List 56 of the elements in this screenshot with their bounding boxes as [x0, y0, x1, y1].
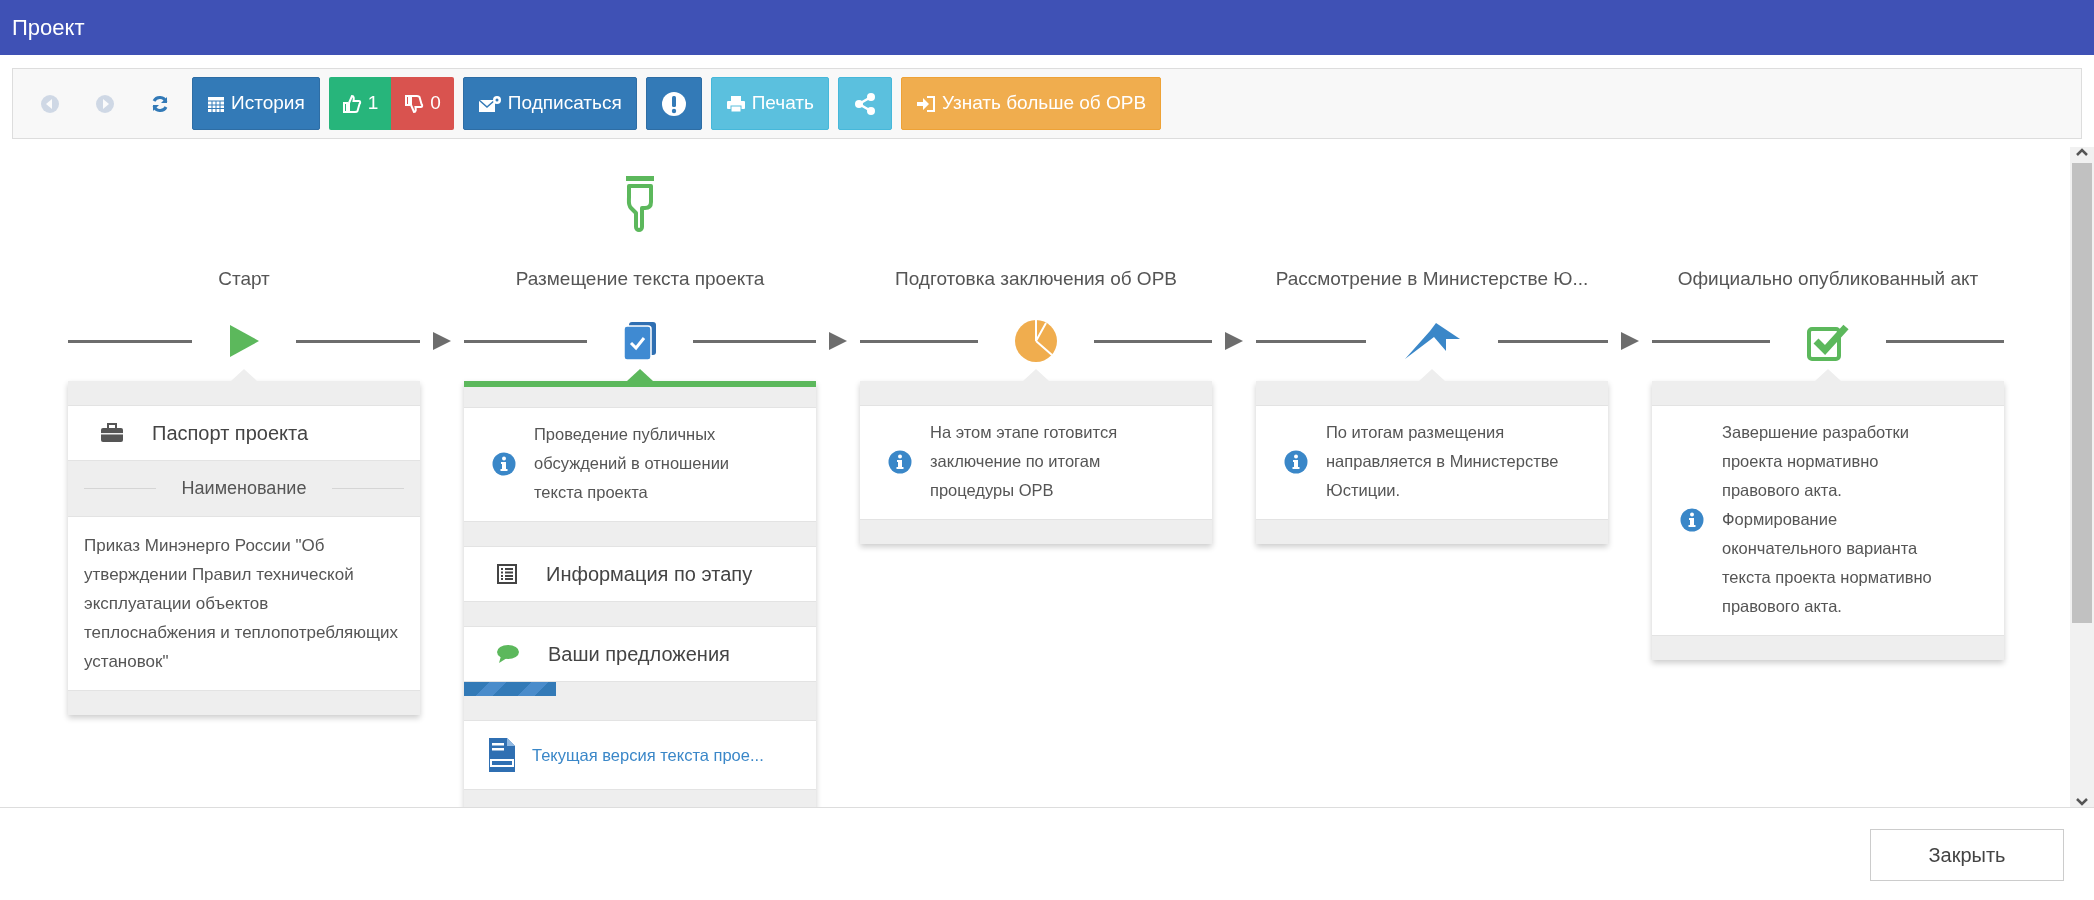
arrow-icon: [432, 331, 452, 351]
scrollbar[interactable]: [2070, 147, 2094, 807]
stage-description: Проведение публичных обсуждений в отношении текста проекта: [534, 424, 731, 503]
document-link[interactable]: Текущая версия текста прое...: [532, 742, 764, 768]
pennant-icon: [1402, 321, 1462, 361]
history-button[interactable]: История: [192, 77, 320, 130]
speech-bubble-icon: [496, 644, 520, 664]
stage-description: На этом этапе готовится заключение по итогам процедуры ОРВ: [930, 422, 1119, 501]
share-icon: [852, 91, 877, 116]
info-icon: [492, 451, 516, 476]
thumbs-up-icon: [341, 93, 362, 114]
thumbs-down-icon: [404, 93, 425, 114]
stage-title: Старт: [217, 267, 271, 291]
chevron-down-icon: [2075, 797, 2089, 807]
printer-icon: [725, 94, 746, 113]
exclamation-icon: [660, 90, 687, 117]
refresh-icon: [150, 93, 170, 114]
calendar-icon: [207, 94, 225, 113]
window-title: Проект: [12, 14, 85, 42]
stage-title: Размещение текста проекта: [514, 267, 766, 291]
chevron-up-icon: [2075, 147, 2089, 157]
arrow-left-icon: [40, 93, 60, 114]
briefcase-icon: [100, 423, 124, 443]
pie-chart-icon: [1014, 319, 1058, 363]
list-icon: [496, 563, 518, 585]
document-check-icon: [623, 321, 657, 361]
stage-description: По итогам размещения направляется в Министерстве Юстиции.: [1326, 422, 1560, 501]
stage-title: Рассмотрение в Министерстве Ю...: [1274, 267, 1590, 291]
menu-item[interactable]: Информация по этапу: [464, 546, 816, 602]
info-icon: [888, 449, 912, 474]
subscribe-button[interactable]: Подписаться: [462, 77, 637, 130]
arrow-icon: [1620, 331, 1640, 351]
info-icon: [1284, 449, 1308, 474]
arrow-right-icon: [95, 93, 115, 114]
menu-item[interactable]: Ваши предложения: [464, 626, 816, 682]
info-icon: [1680, 507, 1704, 532]
like-button[interactable]: 1: [328, 77, 392, 130]
envelope-icon: [477, 94, 502, 113]
dislike-button[interactable]: 0: [391, 77, 454, 130]
share-button[interactable]: [837, 77, 892, 130]
stage-title: Официально опубликованный акт: [1676, 267, 1980, 291]
sign-in-icon: [915, 94, 936, 113]
close-button[interactable]: Закрыть: [1870, 829, 2064, 881]
arrow-icon: [1224, 331, 1244, 351]
field-label: Наименование: [181, 477, 307, 500]
stage-description: Завершение разработки проекта нормативно правового акта. Формирование окончательного варианта текста проекта нормативно правового акта.: [1722, 422, 1933, 617]
menu-item-label: Ваши предложения: [548, 642, 730, 667]
project-name-text: Приказ Минэнерго России "Об утверждении Правил технической эксплуатации объектов теплоснабжения и теплопотребляющих установок": [68, 516, 420, 691]
alert-button[interactable]: [645, 77, 702, 130]
document-icon: [488, 737, 516, 773]
section-title: Паспорт проекта: [152, 421, 309, 446]
stage-title: Подготовка заключения об ОРВ: [894, 267, 1178, 291]
menu-item-label: Информация по этапу: [546, 562, 753, 587]
arrow-icon: [828, 331, 848, 351]
scrollbar-thumb[interactable]: [2072, 163, 2092, 623]
play-icon: [228, 324, 260, 358]
